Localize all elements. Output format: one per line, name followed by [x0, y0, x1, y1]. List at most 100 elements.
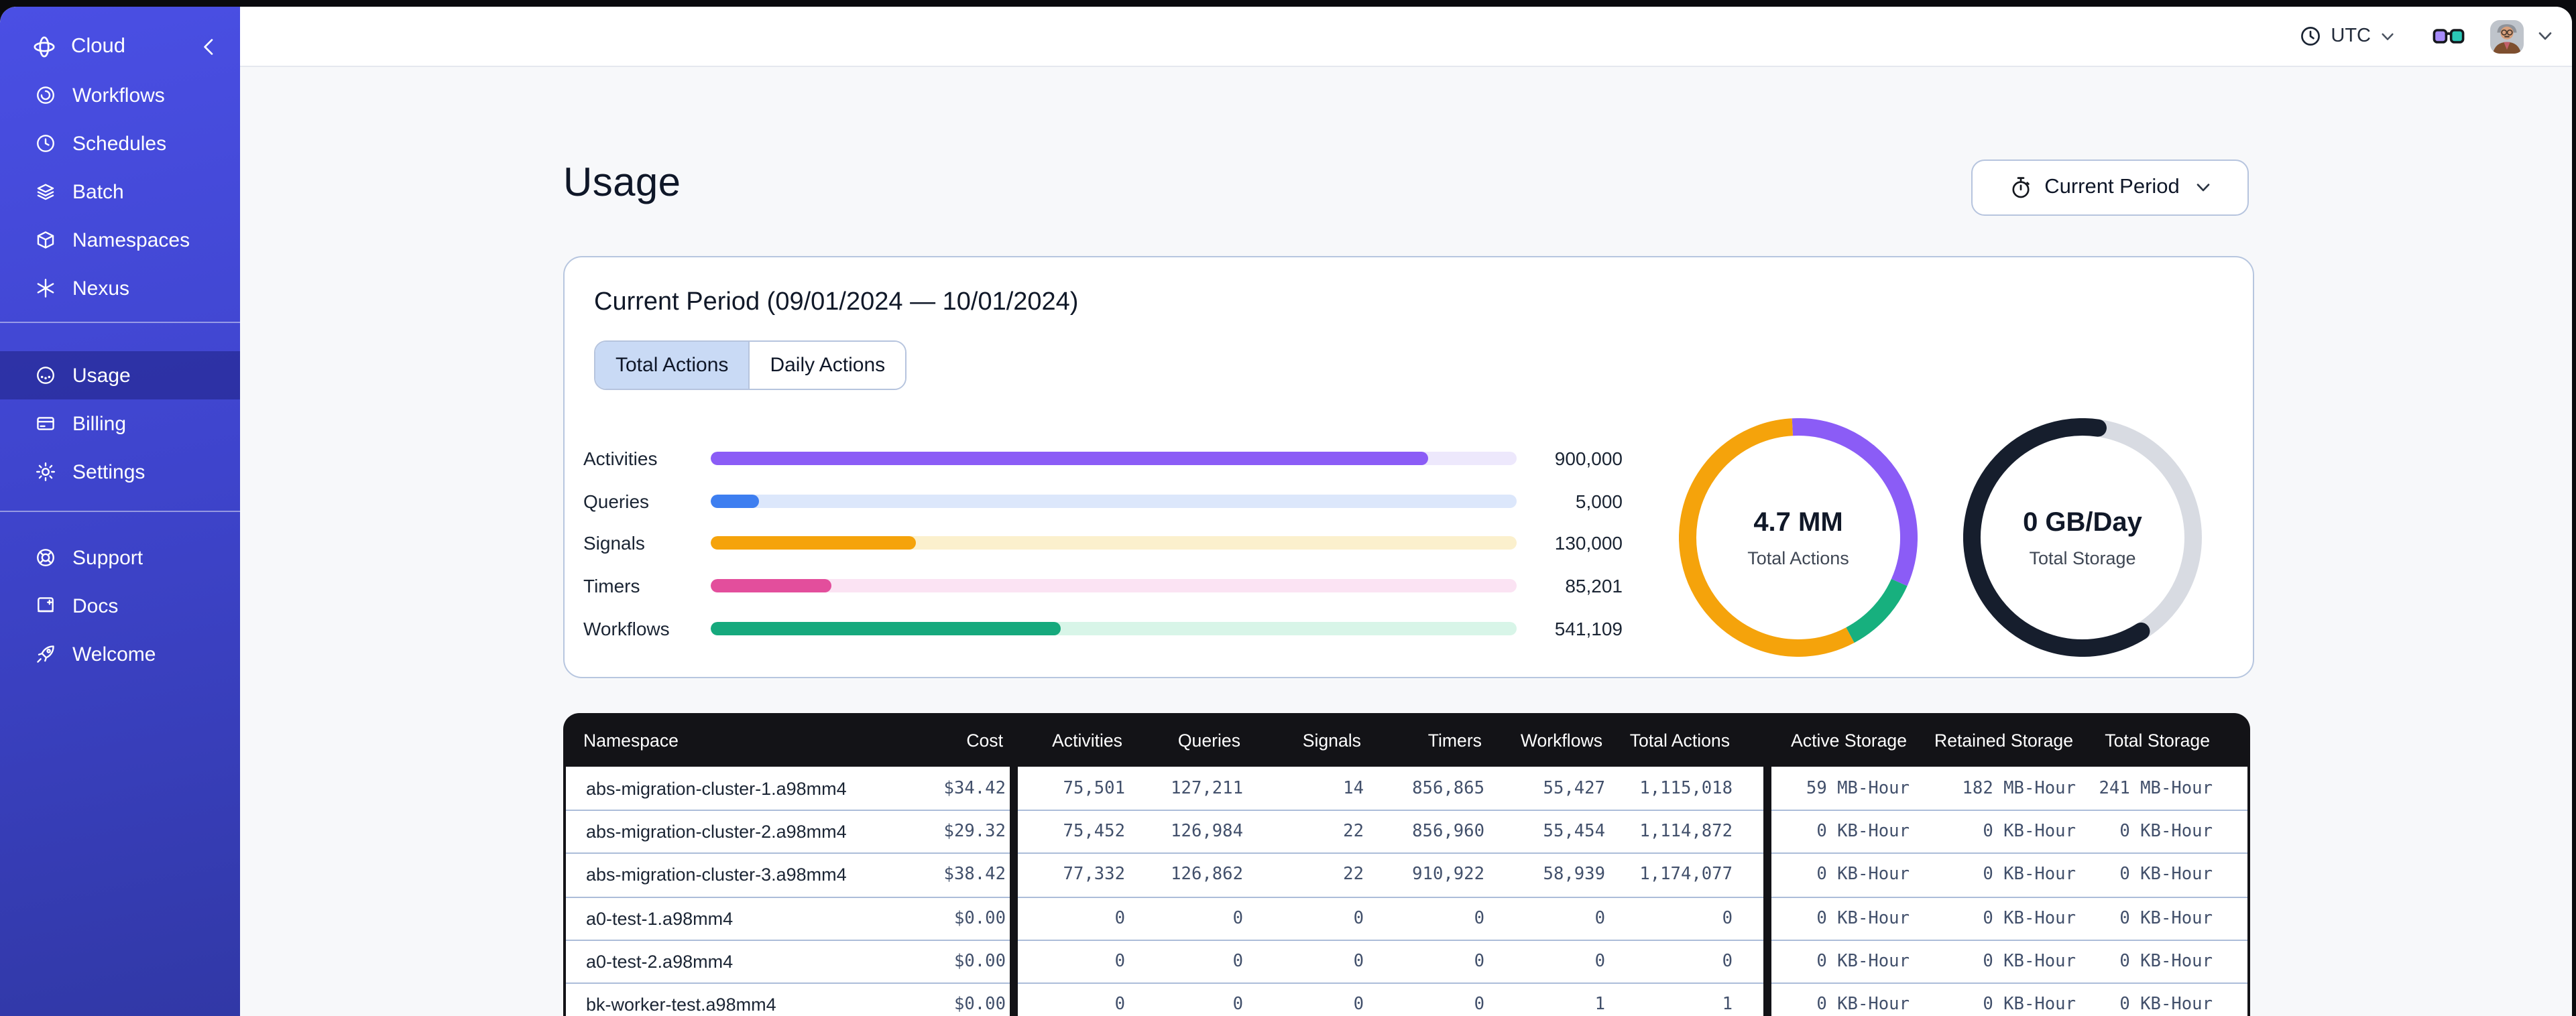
column-header-signals: Signals — [1302, 730, 1361, 750]
donut-center: 4.7 MM Total Actions — [1679, 418, 1918, 657]
usage-bar-chart: Activities 900,000 Queries 5,000 Signals 130,… — [583, 437, 1623, 649]
cell-queries: 0 — [1232, 951, 1243, 972]
cell-active-storage: 0 KB-Hour — [1816, 822, 1910, 842]
column-header-active-storage: Active Storage — [1791, 730, 1907, 750]
sidebar-item-settings[interactable]: Settings — [0, 448, 240, 496]
bar-label: Timers — [583, 574, 640, 596]
avatar[interactable] — [2490, 19, 2524, 53]
cell-total-actions: 1,114,872 — [1639, 822, 1733, 842]
welcome-icon — [35, 643, 56, 665]
sidebar-item-support[interactable]: Support — [0, 533, 240, 582]
sidebar-item-label: Welcome — [72, 643, 156, 665]
sidebar-brand[interactable]: Cloud — [0, 23, 240, 71]
billing-icon — [35, 413, 56, 434]
cell-retained-storage: 0 KB-Hour — [1983, 995, 2076, 1015]
cell-activities: 0 — [1114, 995, 1125, 1015]
cell-timers: 0 — [1474, 995, 1484, 1015]
cell-timers: 0 — [1474, 908, 1484, 929]
topbar: UTC — [240, 7, 2572, 67]
sidebar-item-label: Billing — [72, 412, 127, 435]
cell-total-actions: 1 — [1722, 995, 1733, 1015]
support-icon — [35, 547, 56, 568]
sidebar-item-label: Docs — [72, 594, 119, 617]
cell-queries: 0 — [1232, 908, 1243, 929]
feedback-glasses-icon[interactable] — [2433, 25, 2465, 47]
sidebar-item-label: Settings — [72, 460, 145, 483]
user-menu-chevron-down-icon[interactable] — [2537, 28, 2553, 44]
bar-label: Signals — [583, 532, 645, 554]
usage-summary-card: Current Period (09/01/2024 — 10/01/2024)… — [563, 256, 2254, 678]
namespace-link[interactable]: abs-migration-cluster-3.a98mm4 — [586, 865, 847, 885]
cell-workflows: 0 — [1594, 908, 1605, 929]
sidebar-item-label: Namespaces — [72, 229, 190, 251]
namespace-link[interactable]: a0-test-2.a98mm4 — [586, 952, 733, 972]
sidebar-item-schedules[interactable]: Schedules — [0, 119, 240, 168]
cell-cost: $34.42 — [943, 778, 1006, 799]
clock-icon — [2300, 25, 2321, 47]
bar-fill — [711, 494, 760, 508]
page-title: Usage — [563, 161, 681, 205]
docs-icon — [35, 595, 56, 617]
bar-fill — [711, 536, 917, 550]
cell-signals: 22 — [1343, 865, 1364, 885]
cell-retained-storage: 0 KB-Hour — [1983, 951, 2076, 972]
namespace-link[interactable]: bk-worker-test.a98mm4 — [586, 995, 776, 1015]
sidebar-item-nexus[interactable]: Nexus — [0, 264, 240, 312]
timezone-selector[interactable]: UTC — [2300, 25, 2395, 47]
namespace-link[interactable]: a0-test-1.a98mm4 — [586, 908, 733, 928]
total-actions-label: Total Actions — [1747, 548, 1849, 568]
cell-cost: $0.00 — [953, 995, 1006, 1015]
sidebar-item-batch[interactable]: Batch — [0, 168, 240, 216]
bar-track — [711, 536, 1517, 550]
table-divider — [1010, 713, 1018, 1016]
sidebar-item-namespaces[interactable]: Namespaces — [0, 216, 240, 264]
cell-timers: 0 — [1474, 951, 1484, 972]
table-divider — [1763, 713, 1771, 1016]
tab-daily-actions[interactable]: Daily Actions — [748, 342, 906, 389]
cell-signals: 0 — [1353, 995, 1364, 1015]
period-select-button[interactable]: Current Period — [1971, 160, 2249, 216]
bar-track — [711, 494, 1517, 508]
sidebar-item-billing[interactable]: Billing — [0, 399, 240, 448]
namespace-cell: abs-migration-cluster-1.a98mm4 — [566, 778, 847, 798]
sidebar-item-usage[interactable]: Usage — [0, 351, 240, 399]
bar-label: Activities — [583, 447, 658, 469]
period-button-label: Current Period — [2044, 176, 2180, 198]
sidebar-item-label: Nexus — [72, 277, 130, 300]
namespace-cell: abs-migration-cluster-2.a98mm4 — [566, 822, 847, 842]
total-storage-value: 0 GB/Day — [2023, 507, 2142, 537]
stage: Cloud Workflows Schedules Batch Namespaces N… — [0, 0, 2576, 1016]
cell-workflows: 55,427 — [1543, 778, 1605, 799]
cell-active-storage: 0 KB-Hour — [1816, 865, 1910, 885]
namespace-link[interactable]: abs-migration-cluster-2.a98mm4 — [586, 822, 847, 842]
cell-queries: 127,211 — [1171, 778, 1243, 799]
sidebar-item-docs[interactable]: Docs — [0, 582, 240, 630]
sidebar-item-label: Workflows — [72, 84, 165, 107]
bar-track — [711, 578, 1517, 592]
cell-signals: 14 — [1343, 778, 1364, 799]
sidebar-item-workflows[interactable]: Workflows — [0, 71, 240, 119]
cell-active-storage: 0 KB-Hour — [1816, 995, 1910, 1015]
cell-cost: $0.00 — [953, 908, 1006, 929]
namespace-cell: abs-migration-cluster-3.a98mm4 — [566, 865, 847, 885]
namespace-link[interactable]: abs-migration-cluster-1.a98mm4 — [586, 778, 847, 798]
sidebar-collapse-chevron-left-icon[interactable] — [197, 35, 221, 59]
sidebar-divider — [0, 322, 240, 323]
sidebar-nav: Workflows Schedules Batch Namespaces Nexus Us… — [0, 71, 240, 678]
cell-active-storage: 59 MB-Hour — [1806, 778, 1910, 799]
cell-total-storage: 0 KB-Hour — [2119, 822, 2213, 842]
column-header-timers: Timers — [1427, 730, 1482, 750]
cell-active-storage: 0 KB-Hour — [1816, 908, 1910, 929]
cell-timers: 856,865 — [1412, 778, 1484, 799]
cell-total-actions: 0 — [1722, 951, 1733, 972]
cell-workflows: 55,454 — [1543, 822, 1605, 842]
sidebar-item-welcome[interactable]: Welcome — [0, 630, 240, 678]
cell-cost: $38.42 — [943, 865, 1006, 885]
column-header-total-storage: Total Storage — [2105, 730, 2210, 750]
column-header-activities: Activities — [1052, 730, 1122, 750]
cell-activities: 75,501 — [1063, 778, 1125, 799]
cell-retained-storage: 0 KB-Hour — [1983, 822, 2076, 842]
tab-total-actions[interactable]: Total Actions — [595, 342, 749, 389]
sidebar-item-label: Usage — [72, 364, 131, 387]
cell-activities: 75,452 — [1063, 822, 1125, 842]
